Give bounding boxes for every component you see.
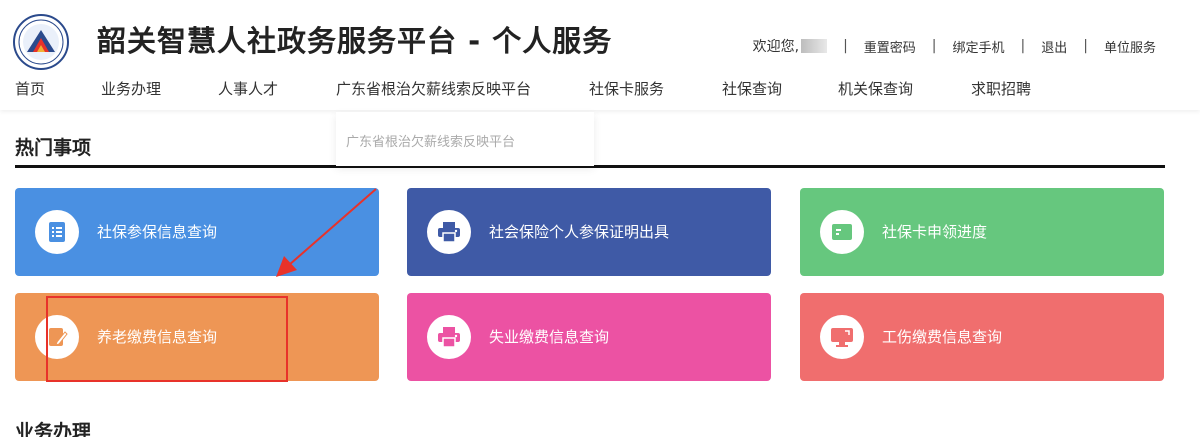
card-insurance-certificate[interactable]: 社会保险个人参保证明出具: [407, 188, 771, 276]
card-icon: [820, 210, 864, 254]
dropdown-item-wage-report[interactable]: 广东省根治欠薪线索反映平台: [346, 131, 515, 150]
logo-emblem-icon: [13, 14, 69, 70]
printer-icon: [427, 210, 471, 254]
monitor-icon: [820, 315, 864, 359]
header: 韶关智慧人社政务服务平台 - 个人服务 欢迎您, | 重置密码 | 绑定手机 |…: [0, 0, 1200, 110]
edit-icon: [35, 315, 79, 359]
card-social-card-progress[interactable]: 社保卡申领进度: [800, 188, 1164, 276]
nav-home[interactable]: 首页: [15, 78, 45, 99]
bind-phone-link[interactable]: 绑定手机: [953, 37, 1005, 56]
card-label: 社保卡申领进度: [882, 223, 988, 241]
welcome-label: 欢迎您,: [752, 39, 800, 55]
business-section-title: 业务办理: [15, 421, 92, 437]
card-unemployment-payment-query[interactable]: 失业缴费信息查询: [407, 293, 771, 381]
user-bar: 欢迎您, | 重置密码 | 绑定手机 | 退出 | 单位服务: [753, 36, 1156, 56]
site-title: 韶关智慧人社政务服务平台 - 个人服务: [97, 24, 613, 58]
welcome-text: 欢迎您,: [752, 36, 828, 56]
hot-section-title: 热门事项: [15, 137, 92, 159]
nav-business[interactable]: 业务办理: [101, 78, 161, 99]
reset-password-link[interactable]: 重置密码: [864, 37, 916, 56]
employer-service-link[interactable]: 单位服务: [1104, 37, 1156, 56]
printer-icon: [427, 315, 471, 359]
card-label: 养老缴费信息查询: [97, 328, 218, 346]
nav-wage-report[interactable]: 广东省根治欠薪线索反映平台: [336, 78, 531, 99]
nav-social-card[interactable]: 社保卡服务: [589, 78, 664, 99]
nav-social-query[interactable]: 社保查询: [722, 78, 782, 99]
card-label: 失业缴费信息查询: [489, 328, 610, 346]
nav-jobs[interactable]: 求职招聘: [971, 78, 1031, 99]
divider: |: [1083, 38, 1088, 54]
divider: |: [931, 38, 937, 54]
logout-link[interactable]: 退出: [1041, 37, 1067, 56]
card-label: 社会保险个人参保证明出具: [489, 223, 670, 241]
list-icon: [35, 210, 79, 254]
card-social-insurance-query[interactable]: 社保参保信息查询: [15, 188, 379, 276]
card-label: 社保参保信息查询: [97, 223, 218, 241]
nav-personnel[interactable]: 人事人才: [218, 78, 278, 99]
main-nav: 首页 业务办理 人事人才 广东省根治欠薪线索反映平台 社保卡服务 社保查询 机关…: [0, 78, 1200, 102]
nav-dropdown-menu: 广东省根治欠薪线索反映平台: [336, 112, 594, 166]
divider: |: [1020, 38, 1026, 54]
username-masked: [801, 39, 828, 53]
card-pension-payment-query[interactable]: 养老缴费信息查询: [15, 293, 379, 381]
divider: |: [843, 38, 848, 54]
nav-institution-query[interactable]: 机关保查询: [838, 78, 913, 99]
card-label: 工伤缴费信息查询: [882, 328, 1003, 346]
card-injury-payment-query[interactable]: 工伤缴费信息查询: [800, 293, 1164, 381]
